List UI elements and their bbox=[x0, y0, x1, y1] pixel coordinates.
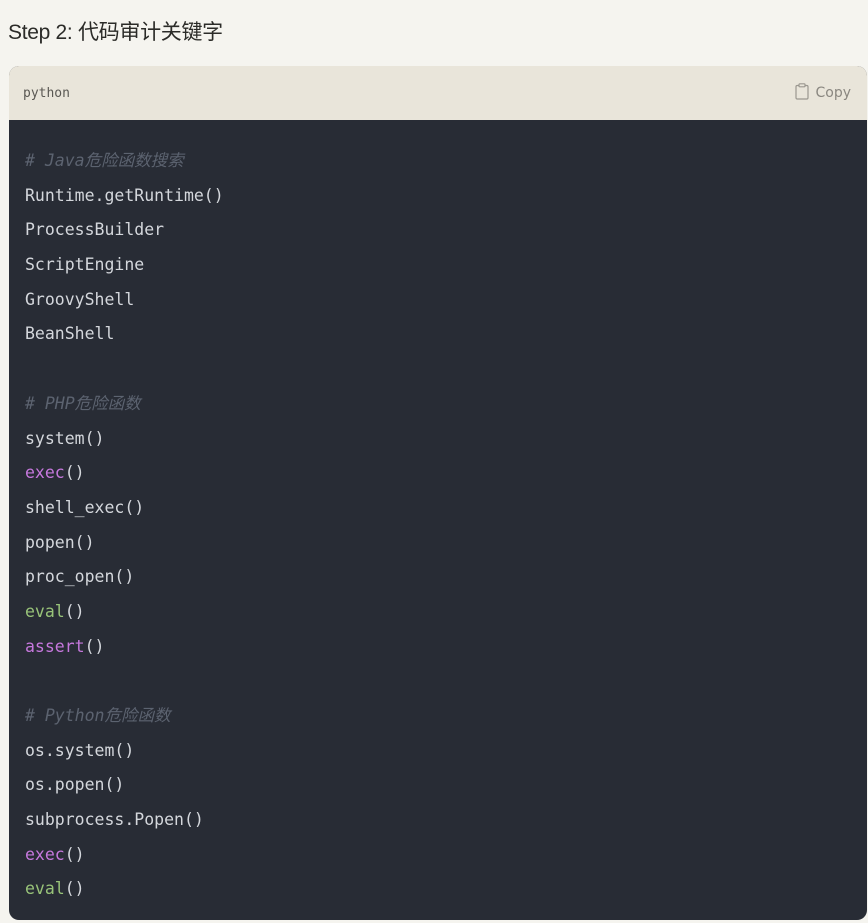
code-header: python Copy bbox=[9, 66, 867, 120]
code-block: python Copy # Java危险函数搜索 Runtime.getRunti… bbox=[9, 66, 867, 920]
code-line: GroovyShell bbox=[25, 283, 851, 318]
code-token-comment: # PHP危险函数 bbox=[25, 393, 141, 413]
code-comment-line: # Java危险函数搜索 bbox=[25, 144, 851, 179]
copy-label: Copy bbox=[815, 85, 851, 101]
code-token-keyword: exec bbox=[25, 844, 65, 864]
code-token-plain: () bbox=[64, 601, 85, 621]
clipboard-icon bbox=[795, 82, 810, 104]
code-token-plain: os.popen() bbox=[25, 775, 125, 795]
code-token-plain: () bbox=[64, 844, 85, 864]
code-line: os.popen() bbox=[25, 768, 851, 803]
code-line: subprocess.Popen() bbox=[25, 803, 851, 838]
code-line: shell_exec() bbox=[25, 491, 851, 526]
code-token-keyword: assert bbox=[25, 636, 85, 656]
code-line: ProcessBuilder bbox=[25, 213, 851, 248]
code-token-plain: BeanShell bbox=[25, 324, 115, 344]
code-line: system() bbox=[25, 422, 851, 457]
code-token-plain: () bbox=[64, 879, 85, 899]
code-line: os.system() bbox=[25, 734, 851, 769]
code-comment-line: # PHP危险函数 bbox=[25, 387, 851, 422]
code-token-keyword: exec bbox=[25, 463, 65, 483]
code-token-builtin: eval bbox=[25, 879, 65, 899]
code-token-plain: os.system() bbox=[25, 740, 135, 760]
code-line: exec() bbox=[25, 456, 851, 491]
code-token-plain: ProcessBuilder bbox=[25, 220, 165, 240]
code-lines: # Java危险函数搜索 Runtime.getRuntime() ProcessB… bbox=[25, 144, 851, 907]
code-token-builtin: eval bbox=[25, 601, 65, 621]
code-token-comment: # Python危险函数 bbox=[25, 706, 171, 725]
code-line: popen() bbox=[25, 526, 851, 561]
code-line: assert() bbox=[25, 630, 851, 665]
code-token-plain: GroovyShell bbox=[25, 289, 135, 309]
code-token-plain: proc_open() bbox=[25, 567, 135, 587]
code-line: BeanShell bbox=[25, 317, 851, 352]
code-line: Runtime.getRuntime() bbox=[25, 179, 851, 214]
code-token-plain: system() bbox=[25, 428, 105, 448]
code-comment-line: # Python危险函数 bbox=[25, 699, 851, 734]
code-line: proc_open() bbox=[25, 560, 851, 595]
code-token-plain: Runtime.getRuntime() bbox=[25, 185, 224, 205]
code-token-plain: ScriptEngine bbox=[25, 255, 145, 275]
code-token-plain: popen() bbox=[25, 532, 95, 552]
code-token-plain: () bbox=[84, 636, 105, 656]
step-heading: Step 2: 代码审计关键字 bbox=[8, 21, 223, 44]
code-token-plain: subprocess.Popen() bbox=[25, 810, 204, 830]
code-token-plain: shell_exec() bbox=[25, 497, 145, 517]
code-token-comment: # Java危险函数搜索 bbox=[25, 151, 184, 170]
code-line: eval() bbox=[25, 595, 851, 630]
language-label: python bbox=[23, 85, 70, 101]
code-content: # Java危险函数搜索 Runtime.getRuntime() ProcessB… bbox=[9, 120, 867, 908]
copy-button[interactable]: Copy bbox=[795, 82, 851, 104]
code-line: eval() bbox=[25, 872, 851, 907]
code-line: ScriptEngine bbox=[25, 248, 851, 283]
code-line: exec() bbox=[25, 838, 851, 873]
code-token-plain: () bbox=[64, 463, 85, 483]
